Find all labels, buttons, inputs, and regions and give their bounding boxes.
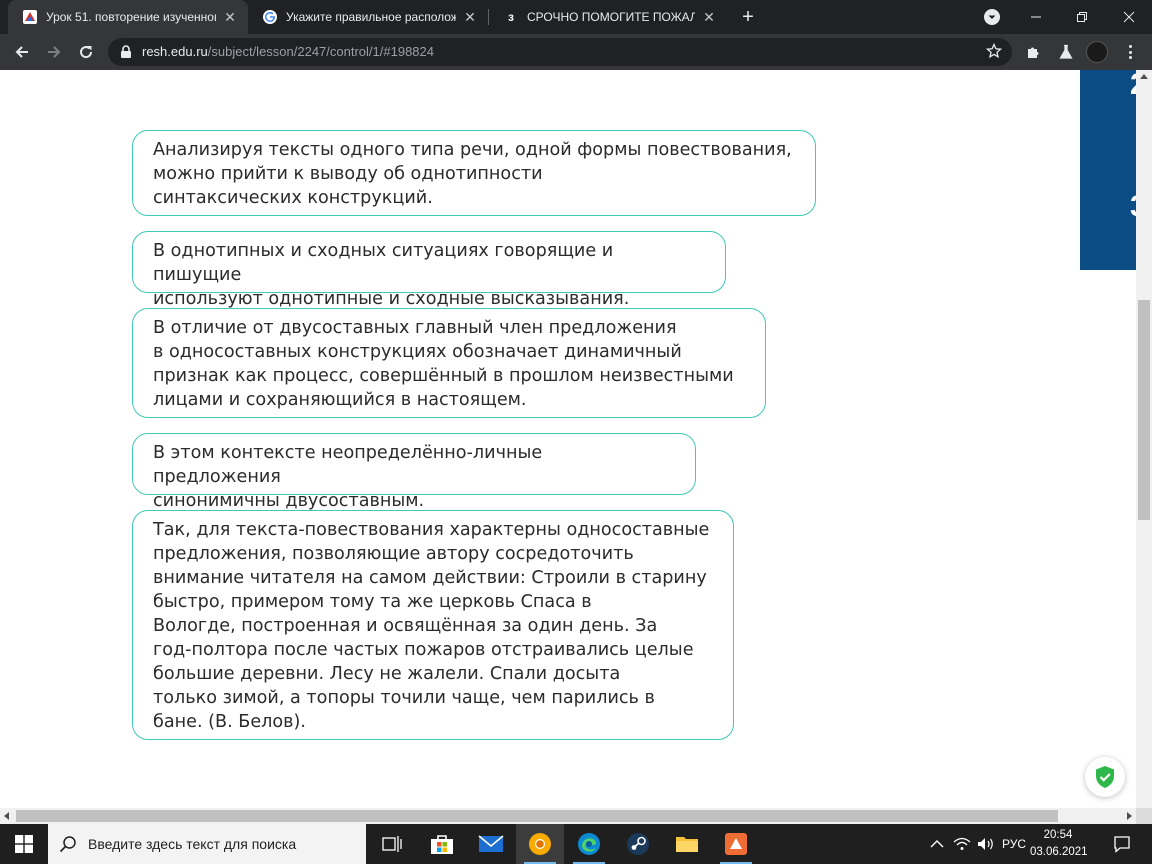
address-bar[interactable]: resh.edu.ru/subject/lesson/2247/control/… — [108, 38, 1012, 66]
extensions-puzzle-icon[interactable] — [1024, 42, 1044, 62]
volume-icon[interactable] — [975, 824, 997, 864]
vertical-scroll-thumb[interactable] — [1138, 300, 1150, 520]
tab-title: Урок 51. повторение изученного — [46, 10, 216, 24]
text-fragment-card[interactable]: В отличие от двусоставных главный член п… — [132, 308, 766, 418]
vertical-scrollbar[interactable] — [1136, 70, 1152, 808]
wifi-icon[interactable] — [950, 824, 974, 864]
search-icon — [48, 835, 88, 853]
bookmark-star-icon[interactable] — [985, 42, 1003, 64]
tab-search[interactable]: Укажите правильное расположение ✕ — [248, 0, 488, 34]
page-viewport: 2 3 Анализируя тексты одного типа речи, … — [0, 70, 1136, 808]
tab-title: Укажите правильное расположение — [286, 10, 456, 24]
clock-date: 03.06.2021 — [1030, 846, 1088, 858]
fragment-text: В этом контексте неопределённо-личные пр… — [153, 443, 543, 511]
edge-icon[interactable] — [565, 824, 613, 864]
url-path: /subject/lesson/2247/control/1/#198824 — [207, 44, 434, 59]
scrollbar-corner — [1136, 808, 1152, 824]
text-fragment-card[interactable]: Анализируя тексты одного типа речи, одно… — [132, 130, 816, 216]
profile-avatar[interactable] — [1086, 41, 1108, 63]
microsoft-store-icon[interactable] — [418, 824, 466, 864]
horizontal-scroll-thumb[interactable] — [16, 810, 1058, 822]
app-orange-icon[interactable] — [712, 824, 760, 864]
browser-menu-icon[interactable] — [1122, 42, 1138, 62]
windows-taskbar: Введите здесь текст для поиска РУС 20:54… — [0, 824, 1152, 864]
back-icon[interactable] — [9, 39, 35, 65]
labs-flask-icon[interactable] — [1056, 42, 1076, 62]
google-favicon-icon — [262, 9, 278, 25]
mail-icon[interactable] — [467, 824, 515, 864]
language-indicator[interactable]: РУС — [998, 824, 1030, 864]
task-view-icon[interactable] — [368, 824, 416, 864]
tab-title: СРОЧНО ПОМОГИТЕ ПОЖАЛУЙСТА — [527, 10, 695, 24]
url-host: resh.edu.ru — [142, 44, 208, 59]
text-fragment-card[interactable]: Так, для текста-повествования характерны… — [132, 510, 734, 740]
task-number-panel: 2 3 — [1080, 70, 1136, 270]
tab-lesson[interactable]: Урок 51. повторение изученного ✕ — [8, 0, 248, 34]
fragment-text: Анализируя тексты одного типа речи, одно… — [153, 140, 792, 208]
close-tab-icon[interactable]: ✕ — [222, 9, 238, 25]
protection-shield-icon[interactable] — [1085, 757, 1125, 797]
steam-icon[interactable] — [614, 824, 662, 864]
reload-icon[interactable] — [73, 39, 99, 65]
tab-search-icon[interactable] — [983, 8, 1001, 26]
fragment-text: В однотипных и сходных ситуациях говорящ… — [153, 241, 630, 309]
resh-favicon-icon — [22, 9, 38, 25]
search-placeholder: Введите здесь текст для поиска — [88, 836, 297, 852]
taskbar-search-box[interactable]: Введите здесь текст для поиска — [48, 824, 366, 864]
browser-tab-strip: Урок 51. повторение изученного ✕ Укажите… — [0, 0, 1152, 34]
fragment-text: В отличие от двусоставных главный член п… — [153, 318, 734, 410]
clock-time: 20:54 — [1043, 829, 1073, 841]
forward-icon[interactable] — [41, 39, 67, 65]
chrome-canary-icon[interactable] — [516, 824, 564, 864]
close-tab-icon[interactable]: ✕ — [701, 9, 717, 25]
file-explorer-icon[interactable] — [663, 824, 711, 864]
lock-icon[interactable] — [120, 45, 132, 64]
taskbar-clock[interactable]: 20:54 03.06.2021 — [1030, 827, 1088, 861]
restore-icon[interactable] — [1059, 0, 1105, 34]
scroll-left-arrow-icon[interactable] — [4, 812, 9, 820]
scroll-up-arrow-icon[interactable] — [1140, 74, 1148, 79]
horizontal-scrollbar[interactable] — [0, 808, 1136, 824]
fragment-text: Так, для текста-повествования характерны… — [153, 520, 710, 732]
new-tab-button[interactable]: + — [736, 5, 760, 29]
znanija-favicon-icon: з — [508, 10, 514, 24]
minimize-icon[interactable] — [1013, 0, 1059, 34]
url-text[interactable]: resh.edu.ru/subject/lesson/2247/control/… — [142, 44, 434, 59]
windows-start-icon[interactable] — [0, 824, 48, 864]
close-tab-icon[interactable]: ✕ — [462, 9, 478, 25]
notifications-icon[interactable] — [1106, 824, 1138, 864]
text-fragment-card[interactable]: В однотипных и сходных ситуациях говорящ… — [132, 231, 726, 309]
browser-toolbar: resh.edu.ru/subject/lesson/2247/control/… — [0, 34, 1152, 70]
close-window-icon[interactable] — [1106, 0, 1152, 34]
text-fragment-card[interactable]: В этом контексте неопределённо-личные пр… — [132, 433, 696, 511]
show-hidden-icons-icon[interactable] — [926, 824, 948, 864]
tab-question[interactable]: з СРОЧНО ПОМОГИТЕ ПОЖАЛУЙСТА ✕ — [489, 0, 727, 34]
scroll-right-arrow-icon[interactable] — [1127, 812, 1132, 820]
